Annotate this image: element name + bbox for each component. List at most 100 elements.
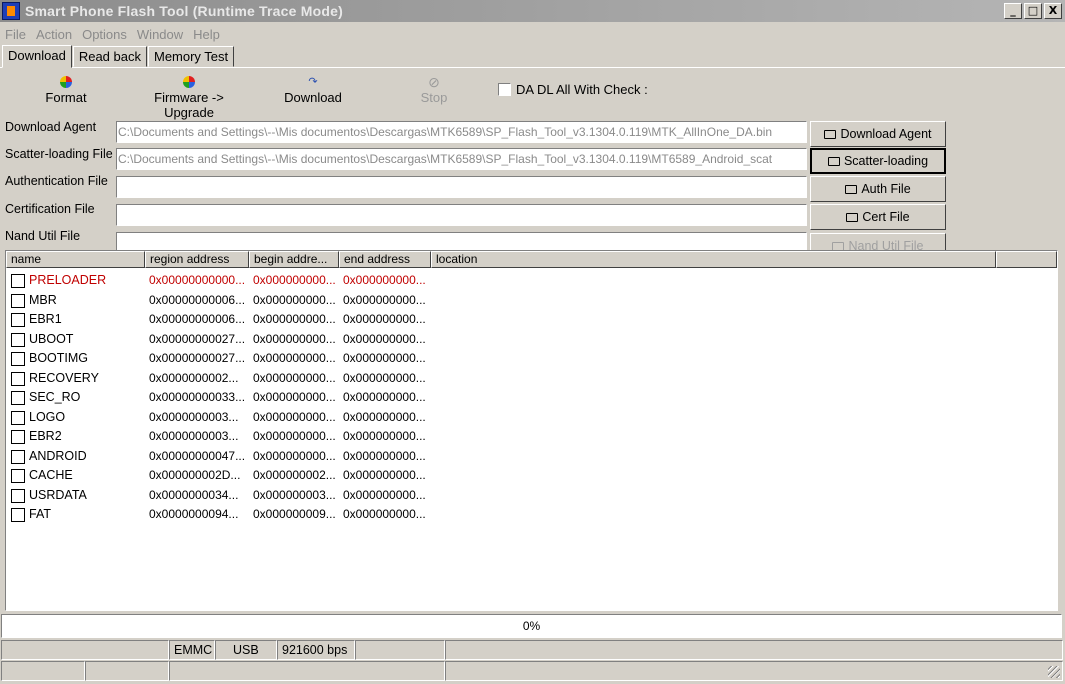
table-row[interactable]: CACHE 0x000000002D... 0x000000002... 0x0000… (6, 466, 606, 485)
row-checkbox[interactable] (11, 449, 25, 464)
menu-help[interactable]: Help (188, 27, 225, 42)
firmware-upgrade-button[interactable]: Firmware -> Upgrade (128, 76, 250, 120)
table-row[interactable]: USRDATA 0x0000000034... 0x000000003... 0x00… (6, 486, 606, 505)
region-address: 0x00000000006... (149, 292, 246, 307)
progress-bar: 0% (1, 614, 1062, 638)
scatter-loading-button[interactable]: Scatter-loading (810, 148, 946, 174)
cert-file-button[interactable]: Cert File (810, 204, 946, 230)
row-checkbox[interactable] (11, 410, 25, 425)
region-address: 0x00000000047... (149, 448, 246, 463)
region-address: 0x00000000027... (149, 351, 246, 365)
begin-address: 0x000000000... (253, 312, 336, 326)
folder-icon (824, 129, 837, 139)
row-checkbox[interactable] (11, 391, 25, 405)
row-checkbox[interactable] (11, 352, 25, 366)
title-bar[interactable]: Smart Phone Flash Tool (Runtime Trace Mo… (0, 0, 1065, 22)
auth-file-button[interactable]: Auth File (810, 176, 946, 202)
region-address: 0x000000002D... (149, 468, 241, 482)
da-dl-checkbox[interactable] (498, 83, 511, 96)
stop-button[interactable]: ⊘ Stop (418, 75, 450, 105)
col-region-address[interactable]: region address (145, 251, 249, 268)
begin-address: 0x000000000... (253, 370, 336, 385)
begin-address: 0x000000000... (253, 292, 336, 307)
format-icon (60, 76, 72, 88)
menu-file[interactable]: File (0, 27, 31, 42)
col-extra (996, 251, 1057, 268)
region-address: 0x0000000003... (149, 409, 239, 424)
table-row[interactable]: FAT 0x0000000094... 0x000000009... 0x000000… (6, 505, 606, 524)
row-checkbox[interactable] (11, 488, 25, 503)
col-end-address[interactable]: end address (339, 251, 431, 268)
menu-action[interactable]: Action (31, 27, 77, 42)
menu-window[interactable]: Window (132, 27, 188, 42)
stop-label: Stop (420, 90, 448, 105)
table-row[interactable]: PRELOADER 0x00000000000... 0x000000000... 0… (6, 271, 606, 290)
table-row[interactable]: SEC_RO 0x00000000033... 0x000000000... 0x00… (6, 388, 606, 407)
region-address: 0x0000000094... (149, 507, 239, 521)
row-checkbox[interactable] (11, 274, 25, 288)
begin-address: 0x000000000... (253, 448, 336, 463)
format-label: Format (45, 90, 87, 105)
row-checkbox[interactable] (11, 430, 25, 444)
auth-file-button-label: Auth File (861, 182, 911, 196)
download-agent-path[interactable]: C:\Documents and Settings\--\Mis documen… (116, 121, 807, 143)
download-agent-button[interactable]: Download Agent (810, 121, 946, 147)
download-button[interactable]: ↷ Download (282, 76, 344, 105)
col-begin-address[interactable]: begin addre... (249, 251, 339, 268)
end-address: 0x000000000... (343, 507, 426, 521)
end-address: 0x000000000... (343, 409, 426, 424)
col-name[interactable]: name (6, 251, 145, 268)
status-cell-blank (1, 640, 169, 660)
minimize-button[interactable]: _ (1004, 3, 1022, 19)
folder-icon (846, 212, 859, 222)
resize-grip-icon[interactable] (1048, 666, 1060, 678)
cert-file-button-label: Cert File (862, 210, 910, 224)
row-checkbox[interactable] (11, 313, 25, 327)
status-cell-blank (85, 661, 169, 681)
row-checkbox[interactable] (11, 332, 25, 347)
scatter-loading-path[interactable]: C:\Documents and Settings\--\Mis documen… (116, 148, 807, 170)
partition-name: EBR2 (29, 429, 62, 443)
end-address: 0x000000000... (343, 390, 426, 404)
cert-file-path[interactable] (116, 204, 807, 226)
tab-read-back[interactable]: Read back (72, 46, 147, 67)
table-row[interactable]: UBOOT 0x00000000027... 0x000000000... 0x000… (6, 330, 606, 349)
auth-file-label: Authentication File (5, 174, 108, 188)
table-row[interactable]: RECOVERY 0x0000000002... 0x000000000... 0x0… (6, 369, 606, 388)
row-checkbox[interactable] (11, 469, 25, 483)
partition-name: PRELOADER (29, 273, 107, 287)
col-location[interactable]: location (431, 251, 996, 268)
window-controls: _ □ X (1004, 3, 1062, 19)
begin-address: 0x000000000... (253, 273, 336, 287)
row-checkbox[interactable] (11, 371, 25, 386)
table-row[interactable]: MBR 0x00000000006... 0x000000000... 0x00000… (6, 291, 606, 310)
da-dl-check[interactable]: DA DL All With Check : (498, 82, 648, 97)
download-label: Download (284, 90, 342, 105)
progress-text: 0% (522, 619, 541, 633)
table-row[interactable]: BOOTIMG 0x00000000027... 0x000000000... 0x0… (6, 349, 606, 368)
menu-options[interactable]: Options (77, 27, 132, 42)
begin-address: 0x000000009... (253, 507, 336, 521)
row-checkbox[interactable] (11, 293, 25, 308)
status-cell-blank (445, 661, 1063, 681)
tab-memory-test[interactable]: Memory Test (147, 46, 235, 67)
partition-list[interactable]: name region address begin addre... end a… (5, 250, 1058, 611)
begin-address: 0x000000000... (253, 331, 336, 346)
partition-name: SEC_RO (29, 390, 81, 404)
table-row[interactable]: ANDROID 0x00000000047... 0x000000000... 0x0… (6, 447, 606, 466)
close-button[interactable]: X (1044, 3, 1062, 19)
table-row[interactable]: LOGO 0x0000000003... 0x000000000... 0x00000… (6, 408, 606, 427)
auth-file-path[interactable] (116, 176, 807, 198)
partition-name: RECOVERY (29, 370, 99, 385)
firmware-upgrade-icon (183, 76, 195, 88)
table-row[interactable]: EBR2 0x0000000003... 0x000000000... 0x00000… (6, 427, 606, 446)
region-address: 0x00000000006... (149, 312, 246, 326)
tab-download[interactable]: Download (2, 45, 72, 68)
firmware-upgrade-label: Firmware -> Upgrade (154, 90, 224, 120)
row-checkbox[interactable] (11, 508, 25, 522)
format-button[interactable]: Format (40, 76, 92, 105)
status-cell-blank (1, 661, 85, 681)
maximize-button[interactable]: □ (1024, 3, 1042, 19)
table-row[interactable]: EBR1 0x00000000006... 0x000000000... 0x0000… (6, 310, 606, 329)
list-header: name region address begin addre... end a… (6, 251, 1057, 268)
